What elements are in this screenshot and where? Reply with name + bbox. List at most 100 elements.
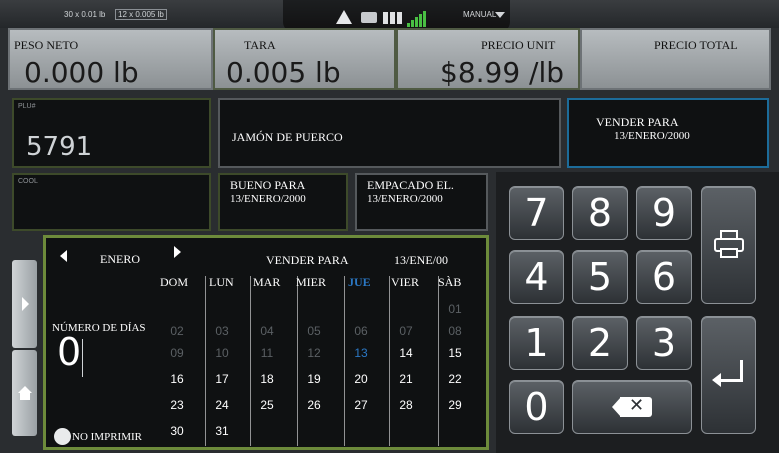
printer-status-icon[interactable] [361, 12, 377, 23]
calendar-day[interactable]: 30 [162, 424, 192, 438]
calendar-day[interactable]: 08 [440, 324, 470, 338]
column-divider [205, 276, 206, 446]
key-6[interactable]: 6 [636, 250, 692, 304]
calendar-day[interactable]: 06 [346, 324, 376, 338]
calendar-month: ENERO [100, 252, 140, 266]
calendar-day[interactable]: 04 [252, 324, 282, 338]
no-print-label: NO IMPRIMIR [72, 431, 142, 443]
calendar-day[interactable]: 19 [299, 372, 329, 386]
side-expand-tab[interactable] [12, 260, 37, 348]
calendar-day[interactable]: 18 [252, 372, 282, 386]
weekday-4: JUE [348, 275, 371, 289]
column-divider [250, 276, 251, 446]
plu-value: 5791 [26, 132, 93, 162]
calendar-day[interactable]: 26 [299, 398, 329, 412]
packed-on-label: EMPACADO EL. [367, 178, 454, 192]
home-tab[interactable] [12, 350, 37, 436]
calendar-day[interactable]: 28 [391, 398, 421, 412]
calendar-day[interactable]: 09 [162, 346, 192, 360]
sell-by-date: 13/ENERO/2000 [614, 130, 690, 142]
calendar-day[interactable]: 11 [252, 346, 282, 360]
calendar-day[interactable]: 22 [440, 372, 470, 386]
calendar-day[interactable]: 25 [252, 398, 282, 412]
no-print-toggle[interactable] [54, 428, 71, 445]
calendar-day[interactable]: 31 [207, 424, 237, 438]
unit-price-panel[interactable]: PRECIO UNIT $8.99 /lb [396, 28, 580, 90]
key-0[interactable]: 0 [509, 380, 564, 434]
total-price-label: PRECIO TOTAL [654, 38, 738, 52]
net-weight-value: 0.000 lb [24, 56, 139, 89]
backspace-icon: ✕ [612, 395, 652, 417]
calendar-title: VENDER PARA [266, 253, 349, 267]
calendar-day[interactable]: 21 [391, 372, 421, 386]
plu-box[interactable]: PLU# 5791 [12, 98, 211, 168]
best-by-label: BUENO PARA [230, 178, 306, 192]
tare-label: TARA [244, 38, 276, 52]
calendar-day[interactable]: 01 [440, 302, 470, 316]
key-3[interactable]: 3 [636, 316, 692, 370]
weekday-2: MAR [253, 275, 281, 289]
text-cursor [82, 339, 83, 377]
best-by-date: 13/ENERO/2000 [230, 193, 306, 205]
key-1[interactable]: 1 [509, 316, 564, 370]
calendar-day[interactable]: 15 [440, 346, 470, 360]
calendar-day[interactable]: 05 [299, 324, 329, 338]
sell-by-label: VENDER PARA [596, 115, 679, 129]
key-8[interactable]: 8 [572, 186, 628, 240]
home-icon [18, 386, 32, 393]
calendar-day[interactable]: 02 [162, 324, 192, 338]
weekday-5: VIER [391, 275, 419, 289]
sell-by-box[interactable]: VENDER PARA 13/ENERO/2000 [567, 98, 769, 168]
net-weight-label: PESO NETO [14, 38, 79, 52]
calendar-day[interactable]: 10 [207, 346, 237, 360]
prev-month-arrow[interactable] [60, 250, 67, 262]
backspace-button[interactable]: ✕ [572, 380, 692, 434]
calendar-day[interactable]: 16 [162, 372, 192, 386]
unit-price-value: $8.99 /lb [440, 56, 565, 89]
calendar-day[interactable]: 03 [207, 324, 237, 338]
calendar-day[interactable]: 14 [391, 346, 421, 360]
grid-icon[interactable] [383, 12, 403, 24]
column-divider [297, 276, 298, 446]
calendar-day[interactable]: 17 [207, 372, 237, 386]
key-4[interactable]: 4 [509, 250, 564, 304]
print-button[interactable] [701, 186, 756, 304]
packed-on-box[interactable]: EMPACADO EL. 13/ENERO/2000 [355, 173, 488, 231]
total-price-panel: PRECIO TOTAL [580, 28, 771, 90]
cool-caption: COOL [18, 178, 38, 185]
calendar-day[interactable]: 20 [346, 372, 376, 386]
cool-box[interactable]: COOL [12, 173, 211, 231]
product-name-box[interactable]: JAMÓN DE PUERCO [218, 98, 561, 168]
signal-icon [407, 9, 427, 27]
calendar-day[interactable]: 29 [440, 398, 470, 412]
chevron-right-icon [22, 297, 29, 311]
tare-panel[interactable]: TARA 0.005 lb [213, 28, 396, 90]
weekday-0: DOM [160, 275, 189, 289]
calendar-day[interactable]: 27 [346, 398, 376, 412]
chevron-down-icon[interactable] [495, 12, 505, 18]
unit-price-label: PRECIO UNIT [481, 38, 556, 52]
scale-range-1: 30 x 0.01 lb [64, 10, 106, 19]
calendar-day[interactable]: 24 [207, 398, 237, 412]
calendar-day[interactable]: 23 [162, 398, 192, 412]
column-divider [344, 276, 345, 446]
column-divider [389, 276, 390, 446]
key-9[interactable]: 9 [636, 186, 692, 240]
best-by-box[interactable]: BUENO PARA 13/ENERO/2000 [218, 173, 348, 231]
key-7[interactable]: 7 [509, 186, 564, 240]
warning-icon[interactable] [336, 10, 352, 24]
calendar-day[interactable]: 12 [299, 346, 329, 360]
plu-caption: PLU# [18, 103, 36, 110]
weekday-1: LUN [209, 275, 234, 289]
key-2[interactable]: 2 [572, 316, 628, 370]
next-month-arrow[interactable] [174, 246, 181, 258]
key-5[interactable]: 5 [572, 250, 628, 304]
calendar-day[interactable]: 13 [346, 346, 376, 360]
calendar-short-date: 13/ENE/00 [394, 253, 448, 267]
sell-by-calendar: ENERO VENDER PARA 13/ENE/00 NÚMERO DE DÍ… [43, 235, 489, 450]
days-count-value[interactable]: 0 [57, 330, 81, 374]
calendar-day[interactable]: 07 [391, 324, 421, 338]
enter-button[interactable] [701, 316, 756, 434]
net-weight-panel: PESO NETO 0.000 lb [8, 28, 213, 90]
mode-label[interactable]: MANUAL [463, 10, 496, 19]
